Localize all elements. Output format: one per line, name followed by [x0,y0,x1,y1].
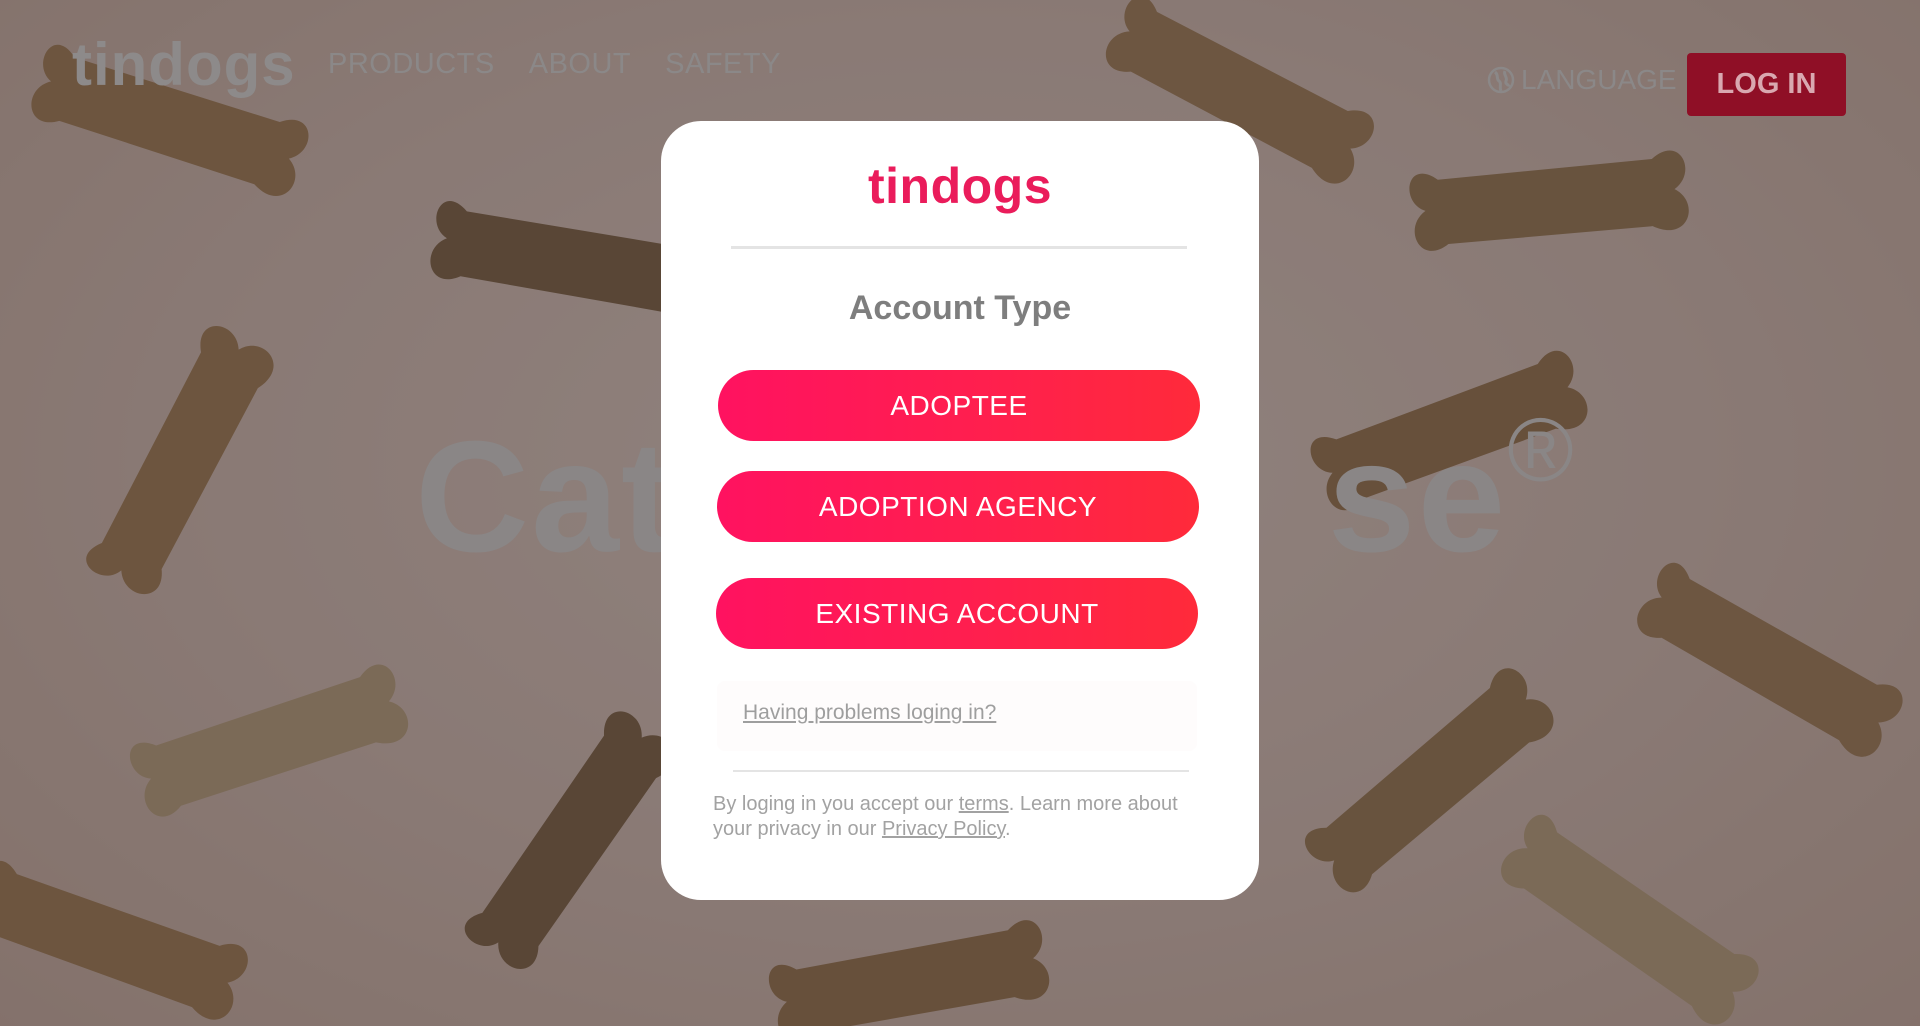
nav-link-products[interactable]: PRODUCTS [328,48,495,81]
modal-title: Account Type [848,289,1072,327]
nav-logo[interactable]: tindogs [72,30,296,99]
legal-text: By loging in you accept our terms. Learn… [713,792,1213,842]
nav-link-about[interactable]: ABOUT [529,48,631,81]
nav-links: PRODUCTS ABOUT SAFETY [328,48,781,81]
registered-mark: ® [1507,401,1576,501]
hero-text-left: Cat [415,409,676,585]
help-link[interactable]: Having problems loging in? [743,701,996,725]
legal-prefix: By loging in you accept our [713,793,959,815]
login-button[interactable]: LOG IN [1687,53,1846,116]
divider [733,770,1189,772]
adoption-agency-button[interactable]: ADOPTION AGENCY [717,471,1199,542]
existing-account-button[interactable]: EXISTING ACCOUNT [716,578,1198,649]
modal-logo: tindogs [867,158,1053,214]
account-type-modal: tindogs Account Type ADOPTEE ADOPTION AG… [661,121,1259,900]
language-selector[interactable]: LANGUAGE [1487,64,1677,96]
language-label: LANGUAGE [1521,64,1677,95]
nav-link-safety[interactable]: SAFETY [665,48,781,81]
globe-icon [1487,66,1515,94]
adoptee-button[interactable]: ADOPTEE [718,370,1200,441]
divider [731,246,1187,249]
legal-suffix: . [1004,818,1011,840]
terms-link[interactable]: terms [959,793,1009,815]
hero-text-right: se [1327,409,1508,585]
privacy-policy-link[interactable]: Privacy Policy [882,818,1005,840]
